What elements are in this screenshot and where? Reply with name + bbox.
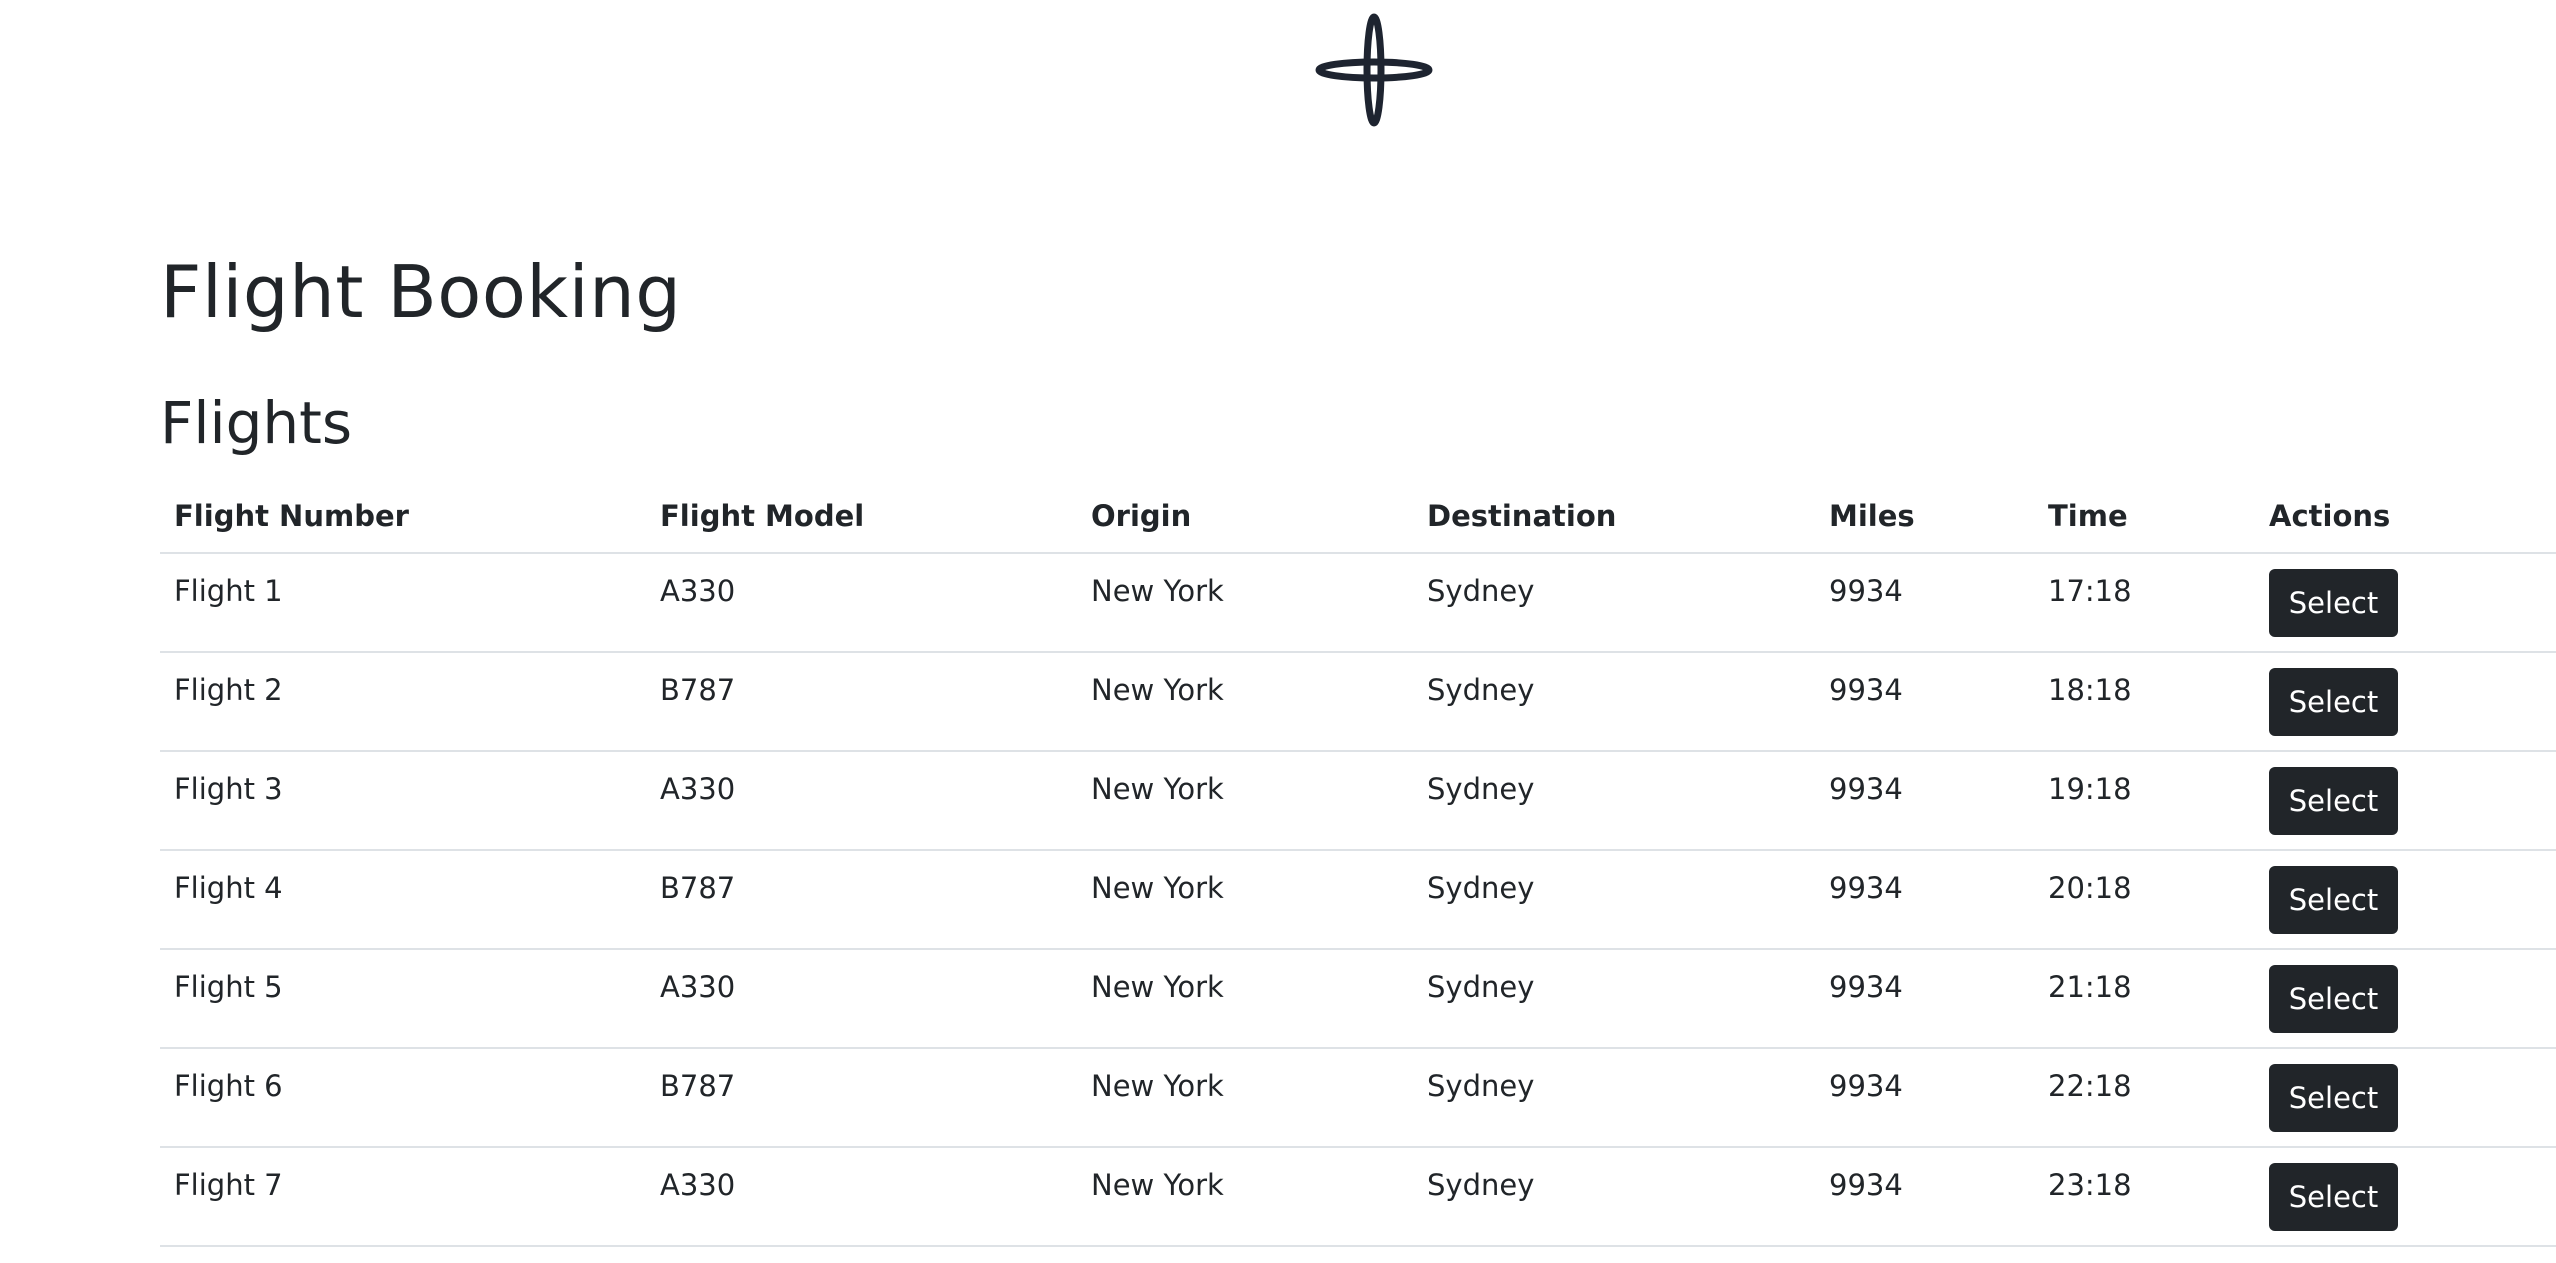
origin-cell: New York [1077, 1147, 1413, 1247]
select-flight-3-button[interactable]: Select [2269, 766, 2398, 835]
actions-cell: Select [2255, 1147, 2556, 1247]
table-row: Flight 7 A330 New York Sydney 9934 23:18… [160, 1147, 2556, 1247]
logo [1312, 12, 1436, 132]
actions-cell: Select [2255, 751, 2556, 851]
select-flight-2-button[interactable]: Select [2269, 667, 2398, 736]
column-header-actions: Actions [2255, 480, 2556, 554]
miles-cell: 9934 [1815, 850, 2034, 950]
select-flight-4-button[interactable]: Select [2269, 865, 2398, 934]
flight-number-cell: Flight 4 [160, 850, 646, 950]
column-header-flight-model: Flight Model [646, 480, 1077, 554]
select-flight-6-button[interactable]: Select [2269, 1063, 2398, 1132]
destination-cell: Sydney [1413, 1147, 1815, 1247]
table-row: Flight 1 A330 New York Sydney 9934 17:18… [160, 553, 2556, 653]
destination-cell: Sydney [1413, 1048, 1815, 1148]
table-row: Flight 3 A330 New York Sydney 9934 19:18… [160, 751, 2556, 851]
column-header-origin: Origin [1077, 480, 1413, 554]
flight-model-cell: A330 [646, 553, 1077, 653]
flight-model-cell: B787 [646, 850, 1077, 950]
origin-cell: New York [1077, 553, 1413, 653]
actions-cell: Select [2255, 553, 2556, 653]
time-cell: 18:18 [2034, 652, 2255, 752]
flight-model-cell: A330 [646, 1147, 1077, 1247]
select-flight-5-button[interactable]: Select [2269, 964, 2398, 1033]
actions-cell: Select [2255, 949, 2556, 1049]
time-cell: 23:18 [2034, 1147, 2255, 1247]
miles-cell: 9934 [1815, 1048, 2034, 1148]
column-header-miles: Miles [1815, 480, 2034, 554]
flight-model-cell: A330 [646, 949, 1077, 1049]
time-cell: 20:18 [2034, 850, 2255, 950]
destination-cell: Sydney [1413, 652, 1815, 752]
miles-cell: 9934 [1815, 1147, 2034, 1247]
column-header-flight-number: Flight Number [160, 480, 646, 554]
flight-number-cell: Flight 5 [160, 949, 646, 1049]
flight-number-cell: Flight 1 [160, 553, 646, 653]
miles-cell: 9934 [1815, 553, 2034, 653]
destination-cell: Sydney [1413, 751, 1815, 851]
table-row: Flight 5 A330 New York Sydney 9934 21:18… [160, 949, 2556, 1049]
table-row: Flight 4 B787 New York Sydney 9934 20:18… [160, 850, 2556, 950]
time-cell: 22:18 [2034, 1048, 2255, 1148]
time-cell: 19:18 [2034, 751, 2255, 851]
miles-cell: 9934 [1815, 751, 2034, 851]
flight-number-cell: Flight 3 [160, 751, 646, 851]
origin-cell: New York [1077, 949, 1413, 1049]
actions-cell: Select [2255, 850, 2556, 950]
time-cell: 21:18 [2034, 949, 2255, 1049]
miles-cell: 9934 [1815, 949, 2034, 1049]
miles-cell: 9934 [1815, 652, 2034, 752]
table-header-row: Flight Number Flight Model Origin Destin… [160, 480, 2556, 554]
destination-cell: Sydney [1413, 949, 1815, 1049]
column-header-destination: Destination [1413, 480, 1815, 554]
actions-cell: Select [2255, 1048, 2556, 1148]
page-title: Flight Booking [160, 250, 682, 334]
flight-number-cell: Flight 7 [160, 1147, 646, 1247]
select-flight-1-button[interactable]: Select [2269, 568, 2398, 637]
table-row: Flight 6 B787 New York Sydney 9934 22:18… [160, 1048, 2556, 1148]
flight-number-cell: Flight 6 [160, 1048, 646, 1148]
flight-model-cell: B787 [646, 1048, 1077, 1148]
destination-cell: Sydney [1413, 850, 1815, 950]
origin-cell: New York [1077, 850, 1413, 950]
destination-cell: Sydney [1413, 553, 1815, 653]
flights-table: Flight Number Flight Model Origin Destin… [160, 480, 2556, 1247]
time-cell: 17:18 [2034, 553, 2255, 653]
four-point-star-icon [1315, 13, 1433, 127]
column-header-time: Time [2034, 480, 2255, 554]
flight-number-cell: Flight 2 [160, 652, 646, 752]
flight-model-cell: A330 [646, 751, 1077, 851]
origin-cell: New York [1077, 1048, 1413, 1148]
table-row: Flight 2 B787 New York Sydney 9934 18:18… [160, 652, 2556, 752]
select-flight-7-button[interactable]: Select [2269, 1162, 2398, 1231]
origin-cell: New York [1077, 751, 1413, 851]
origin-cell: New York [1077, 652, 1413, 752]
section-title: Flights [160, 389, 353, 457]
actions-cell: Select [2255, 652, 2556, 752]
flight-model-cell: B787 [646, 652, 1077, 752]
